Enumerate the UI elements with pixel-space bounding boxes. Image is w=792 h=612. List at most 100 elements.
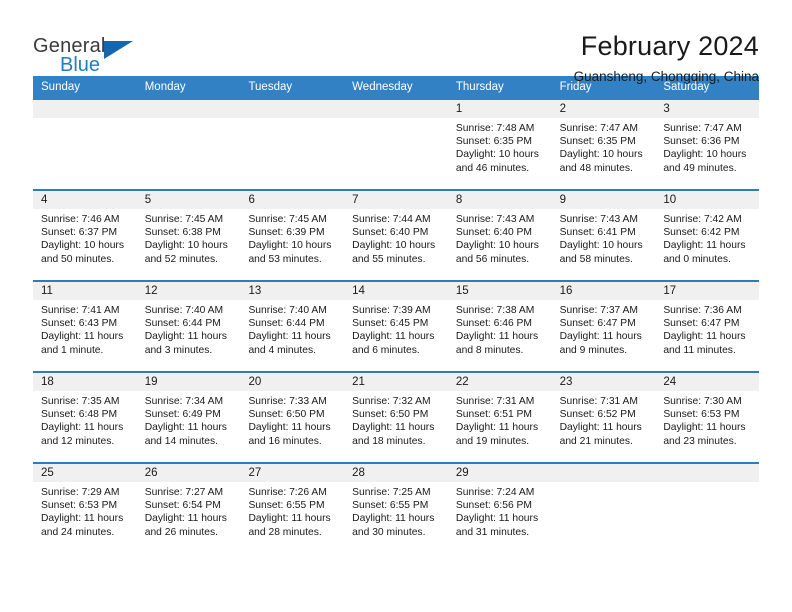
sunrise-text: Sunrise: 7:47 AM bbox=[663, 123, 742, 134]
day-number-band: 8 bbox=[447, 191, 552, 209]
day-number-band: 5 bbox=[136, 191, 241, 209]
day-number: 28 bbox=[352, 466, 365, 479]
day-number-band: 11 bbox=[33, 282, 137, 300]
weekday-header-thursday: Thursday bbox=[455, 81, 504, 93]
day-details: Sunrise: 7:37 AM Sunset: 6:47 PM Daylight:… bbox=[552, 300, 656, 357]
calendar-day-cell[interactable]: 20 Sunrise: 7:33 AM Sunset: 6:50 PM Dayligh… bbox=[240, 373, 345, 462]
sunrise-text: Sunrise: 7:45 AM bbox=[144, 214, 224, 225]
calendar-day-cell[interactable]: 5 Sunrise: 7:45 AM Sunset: 6:38 PM Daylight… bbox=[136, 191, 241, 280]
calendar-day-cell[interactable]: 17 Sunrise: 7:36 AM Sunset: 6:47 PM Dayligh… bbox=[655, 282, 760, 371]
sunset-text: Sunset: 6:40 PM bbox=[455, 227, 533, 239]
daylight-text: Daylight: 11 hours and 4 minutes. bbox=[248, 331, 331, 356]
calendar-day-cell[interactable]: 8 Sunrise: 7:43 AM Sunset: 6:40 PM Daylight… bbox=[447, 191, 552, 280]
calendar-day-cell[interactable]: 26 Sunrise: 7:27 AM Sunset: 6:54 PM Dayligh… bbox=[136, 464, 241, 555]
calendar-day-cell[interactable]: 13 Sunrise: 7:40 AM Sunset: 6:44 PM Dayligh… bbox=[240, 282, 345, 371]
calendar-day-cell[interactable]: 14 Sunrise: 7:39 AM Sunset: 6:45 PM Dayligh… bbox=[344, 282, 448, 371]
day-number: 14 bbox=[352, 284, 365, 297]
day-number-band: 16 bbox=[551, 282, 656, 300]
sunrise-text: Sunrise: 7:25 AM bbox=[352, 487, 431, 498]
sunrise-text: Sunrise: 7:33 AM bbox=[248, 396, 327, 407]
daylight-text: Daylight: 11 hours and 28 minutes. bbox=[248, 513, 331, 538]
calendar-day-cell[interactable]: 7 Sunrise: 7:44 AM Sunset: 6:40 PM Daylight… bbox=[344, 191, 448, 280]
calendar-day-cell[interactable]: 19 Sunrise: 7:34 AM Sunset: 6:49 PM Dayligh… bbox=[136, 373, 241, 462]
calendar-day-cell[interactable]: 6 Sunrise: 7:45 AM Sunset: 6:39 PM Daylight… bbox=[240, 191, 345, 280]
calendar-day-cell[interactable]: 9 Sunrise: 7:43 AM Sunset: 6:41 PM Daylight… bbox=[551, 191, 656, 280]
weekday-header-sunday: Sunday bbox=[41, 81, 81, 93]
daylight-text: Daylight: 11 hours and 12 minutes. bbox=[41, 422, 124, 447]
calendar-day-cell[interactable]: 1 Sunrise: 7:48 AM Sunset: 6:35 PM Daylight… bbox=[447, 100, 552, 189]
daylight-text: Daylight: 11 hours and 16 minutes. bbox=[248, 422, 331, 447]
calendar-weeks: 1 Sunrise: 7:48 AM Sunset: 6:35 PM Daylight… bbox=[33, 100, 760, 555]
weekday-header-saturday: Saturday bbox=[663, 81, 710, 93]
calendar-day-cell[interactable]: 28 Sunrise: 7:25 AM Sunset: 6:55 PM Dayligh… bbox=[344, 464, 448, 555]
day-number: 1 bbox=[455, 102, 463, 115]
day-number-band: 19 bbox=[136, 373, 241, 391]
sunrise-text: Sunrise: 7:47 AM bbox=[559, 123, 639, 134]
calendar-week-row: 4 Sunrise: 7:46 AM Sunset: 6:37 PM Daylight… bbox=[33, 189, 760, 280]
day-number: 21 bbox=[352, 375, 365, 388]
day-number: 11 bbox=[41, 284, 53, 297]
calendar-day-cell[interactable]: 24 Sunrise: 7:30 AM Sunset: 6:53 PM Dayligh… bbox=[655, 373, 760, 462]
day-number-band: 6 bbox=[240, 191, 345, 209]
day-details: Sunrise: 7:35 AM Sunset: 6:48 PM Daylight:… bbox=[33, 391, 137, 448]
sunset-text: Sunset: 6:37 PM bbox=[41, 227, 118, 239]
day-number: 15 bbox=[455, 284, 469, 297]
sunrise-text: Sunrise: 7:40 AM bbox=[248, 305, 327, 316]
day-number-band: 14 bbox=[344, 282, 448, 300]
sunrise-text: Sunrise: 7:34 AM bbox=[144, 396, 224, 407]
day-details: Sunrise: 7:43 AM Sunset: 6:40 PM Daylight:… bbox=[448, 209, 552, 266]
day-details: Sunrise: 7:33 AM Sunset: 6:50 PM Daylight:… bbox=[240, 391, 344, 448]
day-details: Sunrise: 7:30 AM Sunset: 6:53 PM Daylight:… bbox=[655, 391, 759, 448]
day-details: Sunrise: 7:47 AM Sunset: 6:36 PM Daylight:… bbox=[655, 118, 759, 175]
calendar-day-cell[interactable]: 23 Sunrise: 7:31 AM Sunset: 6:52 PM Dayligh… bbox=[551, 373, 656, 462]
sunset-text: Sunset: 6:35 PM bbox=[559, 136, 636, 148]
sunset-text: Sunset: 6:56 PM bbox=[455, 500, 533, 512]
sunrise-text: Sunrise: 7:44 AM bbox=[352, 214, 431, 225]
day-number-band bbox=[344, 100, 448, 118]
calendar-day-cell[interactable]: 27 Sunrise: 7:26 AM Sunset: 6:55 PM Dayligh… bbox=[240, 464, 345, 555]
calendar-day-cell[interactable]: 16 Sunrise: 7:37 AM Sunset: 6:47 PM Dayligh… bbox=[551, 282, 656, 371]
calendar-day-cell[interactable]: 18 Sunrise: 7:35 AM Sunset: 6:48 PM Dayligh… bbox=[33, 373, 137, 462]
calendar-day-cell[interactable]: 15 Sunrise: 7:38 AM Sunset: 6:46 PM Dayligh… bbox=[447, 282, 552, 371]
day-number-band: 12 bbox=[136, 282, 241, 300]
daylight-text: Daylight: 11 hours and 14 minutes. bbox=[144, 422, 227, 447]
sunset-text: Sunset: 6:41 PM bbox=[559, 227, 636, 239]
calendar-day-cell[interactable]: 11 Sunrise: 7:41 AM Sunset: 6:43 PM Dayligh… bbox=[33, 282, 137, 371]
daylight-text: Daylight: 11 hours and 30 minutes. bbox=[352, 513, 435, 538]
daylight-text: Daylight: 11 hours and 8 minutes. bbox=[455, 331, 539, 356]
calendar-day-cell[interactable]: 25 Sunrise: 7:29 AM Sunset: 6:53 PM Dayligh… bbox=[33, 464, 137, 555]
calendar-day-cell[interactable]: 2 Sunrise: 7:47 AM Sunset: 6:35 PM Daylight… bbox=[551, 100, 656, 189]
calendar-day-cell[interactable]: 21 Sunrise: 7:32 AM Sunset: 6:50 PM Dayligh… bbox=[344, 373, 448, 462]
sunrise-text: Sunrise: 7:30 AM bbox=[663, 396, 742, 407]
sunrise-text: Sunrise: 7:36 AM bbox=[663, 305, 742, 316]
day-number-band bbox=[551, 464, 656, 482]
calendar-day-cell[interactable]: 3 Sunrise: 7:47 AM Sunset: 6:36 PM Daylight… bbox=[655, 100, 760, 189]
weekday-header-tuesday: Tuesday bbox=[248, 81, 293, 93]
sunrise-text: Sunrise: 7:39 AM bbox=[352, 305, 431, 316]
weekday-header-wednesday: Wednesday bbox=[352, 81, 413, 93]
calendar-day-cell[interactable]: 4 Sunrise: 7:46 AM Sunset: 6:37 PM Daylight… bbox=[33, 191, 137, 280]
sunrise-text: Sunrise: 7:45 AM bbox=[248, 214, 327, 225]
day-details: Sunrise: 7:48 AM Sunset: 6:35 PM Daylight:… bbox=[448, 118, 552, 175]
sunrise-text: Sunrise: 7:38 AM bbox=[455, 305, 535, 316]
day-number: 19 bbox=[144, 375, 158, 388]
day-details: Sunrise: 7:42 AM Sunset: 6:42 PM Daylight:… bbox=[655, 209, 759, 266]
sunrise-text: Sunrise: 7:42 AM bbox=[663, 214, 742, 225]
general-blue-logo[interactable]: General Blue bbox=[33, 30, 163, 75]
calendar-day-cell[interactable]: 12 Sunrise: 7:40 AM Sunset: 6:44 PM Dayligh… bbox=[136, 282, 241, 371]
calendar-day-cell-empty bbox=[33, 100, 137, 189]
sunset-text: Sunset: 6:50 PM bbox=[248, 409, 325, 421]
day-details: Sunrise: 7:40 AM Sunset: 6:44 PM Daylight:… bbox=[240, 300, 344, 357]
calendar-day-cell[interactable]: 22 Sunrise: 7:31 AM Sunset: 6:51 PM Dayligh… bbox=[447, 373, 552, 462]
sunset-text: Sunset: 6:48 PM bbox=[41, 409, 118, 421]
calendar-day-cell[interactable]: 29 Sunrise: 7:24 AM Sunset: 6:56 PM Dayligh… bbox=[447, 464, 552, 555]
day-number-band: 22 bbox=[447, 373, 552, 391]
day-number-band: 15 bbox=[447, 282, 552, 300]
calendar-day-cell[interactable]: 10 Sunrise: 7:42 AM Sunset: 6:42 PM Dayligh… bbox=[655, 191, 760, 280]
day-number-band: 24 bbox=[655, 373, 760, 391]
day-number-band: 3 bbox=[655, 100, 760, 118]
day-details: Sunrise: 7:40 AM Sunset: 6:44 PM Daylight:… bbox=[137, 300, 241, 357]
day-number-band: 26 bbox=[136, 464, 241, 482]
daylight-text: Daylight: 11 hours and 18 minutes. bbox=[352, 422, 435, 447]
day-details: Sunrise: 7:26 AM Sunset: 6:55 PM Daylight:… bbox=[240, 482, 344, 539]
